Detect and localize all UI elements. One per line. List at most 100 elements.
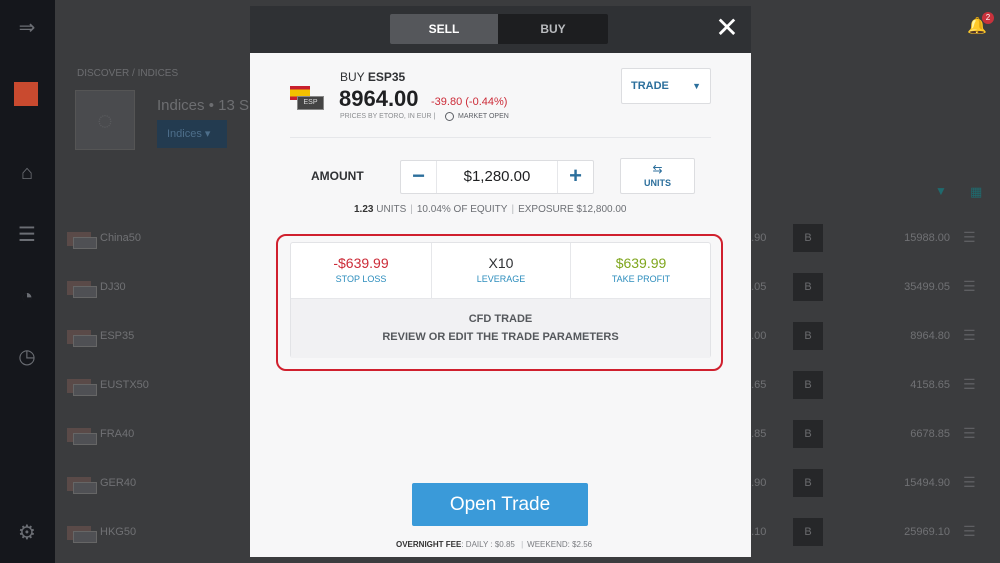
settings-gear-icon[interactable]: ⚙ xyxy=(14,520,40,546)
stop-loss-label: STOP LOSS xyxy=(335,274,387,284)
cfd-trade-title: CFD TRADE xyxy=(468,313,533,325)
tab-buy[interactable]: BUY xyxy=(498,14,608,44)
increase-amount-button[interactable]: + xyxy=(557,161,593,193)
overnight-fee-label: OVERNIGHT FEE xyxy=(396,540,462,549)
order-type-dropdown[interactable]: TRADE ▼ xyxy=(621,68,711,104)
exposure-label: EXPOSURE xyxy=(518,204,574,215)
avatar[interactable] xyxy=(14,82,38,106)
breadcrumb[interactable]: DISCOVER / INDICES xyxy=(77,68,178,79)
flag-icon xyxy=(67,232,97,249)
home-icon[interactable]: ⌂ xyxy=(14,160,40,186)
tab-sell[interactable]: SELL xyxy=(390,14,498,44)
units-toggle-button[interactable]: ⇆ UNITS xyxy=(620,158,695,194)
instrument-name[interactable]: HKG50 xyxy=(100,526,136,538)
category-dropdown[interactable]: Indices ▾ xyxy=(157,120,227,148)
overnight-fee: OVERNIGHT FEE: DAILY : $0.85 | WEEKEND: $… xyxy=(396,540,592,549)
leverage-label: LEVERAGE xyxy=(476,274,526,284)
instrument-price: 6678.85 xyxy=(910,428,950,440)
flag-icon xyxy=(67,477,97,494)
stop-loss-value: -$639.99 xyxy=(333,255,389,271)
cfd-trade-subtitle: REVIEW OR EDIT THE TRADE PARAMETERS xyxy=(382,331,619,343)
instrument-symbol: ESP35 xyxy=(367,70,406,84)
portfolio-pie-icon[interactable]: ◔ xyxy=(14,284,40,310)
category-logo: ◌ xyxy=(75,90,135,150)
trade-parameters-card[interactable]: -$639.99 STOP LOSS X10 LEVERAGE $639.99 … xyxy=(290,242,711,358)
amount-stepper: − $1,280.00 + xyxy=(400,160,594,194)
take-profit-param[interactable]: $639.99 TAKE PROFIT xyxy=(571,243,711,298)
flag-icon xyxy=(67,281,97,298)
amount-label: AMOUNT xyxy=(311,169,364,183)
open-trade-button[interactable]: Open Trade xyxy=(412,483,588,526)
flag-icon xyxy=(67,379,97,396)
close-icon[interactable]: ✕ xyxy=(714,14,740,42)
buy-button[interactable]: B xyxy=(793,469,823,497)
cfd-trade-section[interactable]: CFD TRADE REVIEW OR EDIT THE TRADE PARAM… xyxy=(291,298,710,358)
amount-info: 1.23 UNITS | 10.04% OF EQUITY | EXPOSURE $12… xyxy=(354,204,626,215)
category-dropdown-label: Indices xyxy=(167,128,202,140)
instrument-name[interactable]: GER40 xyxy=(100,477,136,489)
market-status: MARKET OPEN xyxy=(458,113,509,120)
chevron-down-icon: ▼ xyxy=(692,81,701,91)
instrument-name[interactable]: DJ30 xyxy=(100,281,126,293)
take-profit-label: TAKE PROFIT xyxy=(611,274,671,284)
grid-view-icon[interactable]: ▦ xyxy=(970,184,982,200)
units-value: 1.23 xyxy=(354,204,374,215)
instrument-price: 15988.00 xyxy=(904,232,950,244)
instrument-price: 8964.80 xyxy=(910,330,950,342)
menu-icon[interactable]: ☰ xyxy=(963,425,976,442)
sidebar: ⇒ ⌂ ☰ ◔ ◷ ⚙ xyxy=(0,0,55,563)
instrument-name[interactable]: China50 xyxy=(100,232,141,244)
units-suffix: UNITS xyxy=(376,204,407,215)
instrument-price: 4158.65 xyxy=(910,379,950,391)
price-change: -39.80 (-0.44%) xyxy=(431,96,508,108)
order-type-label: TRADE xyxy=(631,80,669,92)
instrument-price: 15494.90 xyxy=(904,477,950,489)
swap-arrows-icon: ⇆ xyxy=(652,162,663,176)
units-toggle-label: UNITS xyxy=(644,178,671,188)
buy-button[interactable]: B xyxy=(793,273,823,301)
indices-logo-icon: ◌ xyxy=(97,105,113,135)
watchlist-icon[interactable]: ☰ xyxy=(14,222,40,248)
instrument-name[interactable]: FRA40 xyxy=(100,428,134,440)
buy-button[interactable]: B xyxy=(793,518,823,546)
page-title: Indices • 13 S xyxy=(157,97,249,114)
amount-input[interactable]: $1,280.00 xyxy=(437,161,557,193)
instrument-price: 35499.05 xyxy=(904,281,950,293)
buy-button[interactable]: B xyxy=(793,224,823,252)
stop-loss-param[interactable]: -$639.99 STOP LOSS xyxy=(291,243,431,298)
buy-button[interactable]: B xyxy=(793,371,823,399)
history-icon[interactable]: ◷ xyxy=(14,344,40,370)
leverage-param[interactable]: X10 LEVERAGE xyxy=(431,243,571,298)
leverage-value: X10 xyxy=(488,255,514,271)
expand-arrow-icon[interactable]: ⇒ xyxy=(14,15,40,41)
menu-icon[interactable]: ☰ xyxy=(963,278,976,295)
menu-icon[interactable]: ☰ xyxy=(963,376,976,393)
overnight-fee-weekend: WEEKEND: $2.56 xyxy=(527,540,593,549)
equity-percent: 10.04% OF EQUITY xyxy=(416,204,508,215)
exposure-value: $12,800.00 xyxy=(576,204,627,215)
separator: | xyxy=(511,204,515,215)
divider xyxy=(290,137,711,138)
flag-icon xyxy=(67,526,97,543)
instrument-price: 8964.00 xyxy=(339,86,419,111)
menu-icon[interactable]: ☰ xyxy=(963,327,976,344)
filter-icon[interactable]: ▼ xyxy=(935,184,947,198)
buy-button[interactable]: B xyxy=(793,322,823,350)
overnight-fee-daily: : DAILY : $0.85 xyxy=(461,540,515,549)
flag-icon xyxy=(67,428,97,445)
decrease-amount-button[interactable]: − xyxy=(401,161,437,193)
menu-icon[interactable]: ☰ xyxy=(963,229,976,246)
modal-header: SELL BUY ✕ xyxy=(250,6,751,53)
buy-button[interactable]: B xyxy=(793,420,823,448)
notification-badge: 2 xyxy=(982,12,994,24)
instrument-heading: BUY ESP35 xyxy=(340,70,405,84)
instrument-name[interactable]: EUSTX50 xyxy=(100,379,149,391)
menu-icon[interactable]: ☰ xyxy=(963,474,976,491)
instrument-name[interactable]: ESP35 xyxy=(100,330,134,342)
separator: | xyxy=(521,540,524,549)
clock-icon xyxy=(445,112,454,121)
prices-source: PRICES BY ETORO, IN EUR | xyxy=(340,113,436,120)
menu-icon[interactable]: ☰ xyxy=(963,523,976,540)
instrument-action: BUY xyxy=(340,70,365,84)
trade-modal: SELL BUY ✕ ESP BUY ESP35 8964.00 -39.80 … xyxy=(250,6,751,557)
